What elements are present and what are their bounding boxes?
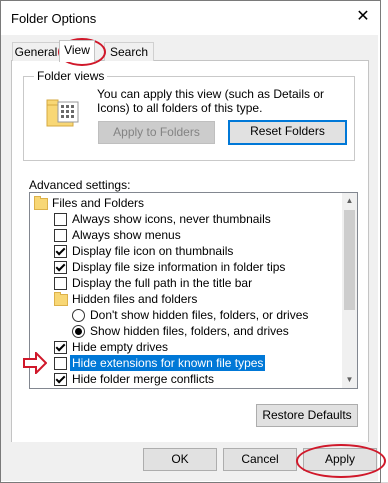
background-strip (380, 0, 388, 482)
annotation-arrow-icon (23, 352, 47, 374)
close-icon[interactable]: ✕ (353, 7, 373, 27)
folder-options-window: Folder Options ✕ General View Search Fol… (0, 0, 388, 483)
checkbox[interactable] (54, 357, 67, 370)
apply-button[interactable]: Apply (303, 448, 377, 471)
folder-icon (34, 196, 48, 210)
advanced-settings-label: Advanced settings: (29, 178, 131, 192)
tab-general[interactable]: General (12, 42, 60, 61)
tab-search[interactable]: Search (104, 42, 154, 61)
folder-views-legend: Folder views (34, 69, 108, 83)
scroll-down-icon[interactable]: ▼ (342, 372, 357, 388)
window-title: Folder Options (11, 11, 97, 26)
checkbox[interactable] (54, 213, 67, 226)
folder-icon (54, 292, 68, 306)
checkbox[interactable] (54, 229, 67, 242)
checkbox-checked[interactable] (54, 341, 67, 354)
ok-button[interactable]: OK (143, 448, 217, 471)
tab-view[interactable]: View (59, 40, 95, 62)
cancel-button[interactable]: Cancel (223, 448, 297, 471)
folder-views-description: You can apply this view (such as Details… (97, 87, 325, 115)
title-bar: Folder Options ✕ (1, 1, 378, 35)
checkbox[interactable] (54, 277, 67, 290)
checkbox-checked[interactable] (54, 245, 67, 258)
scroll-thumb[interactable] (344, 210, 355, 310)
apply-to-folders-button[interactable]: Apply to Folders (98, 121, 215, 144)
tree-scrollbar[interactable]: ▲ ▼ (342, 193, 357, 388)
reset-folders-button[interactable]: Reset Folders (228, 120, 347, 145)
folder-views-icon (46, 99, 79, 127)
radio-button[interactable] (72, 309, 85, 322)
checkbox-checked[interactable] (54, 373, 67, 386)
restore-defaults-button[interactable]: Restore Defaults (256, 404, 358, 427)
scroll-up-icon[interactable]: ▲ (342, 193, 357, 209)
advanced-settings-tree[interactable]: Files and Folders Always show icons, nev… (29, 192, 358, 389)
radio-button-checked[interactable] (72, 325, 85, 338)
checkbox-checked[interactable] (54, 261, 67, 274)
